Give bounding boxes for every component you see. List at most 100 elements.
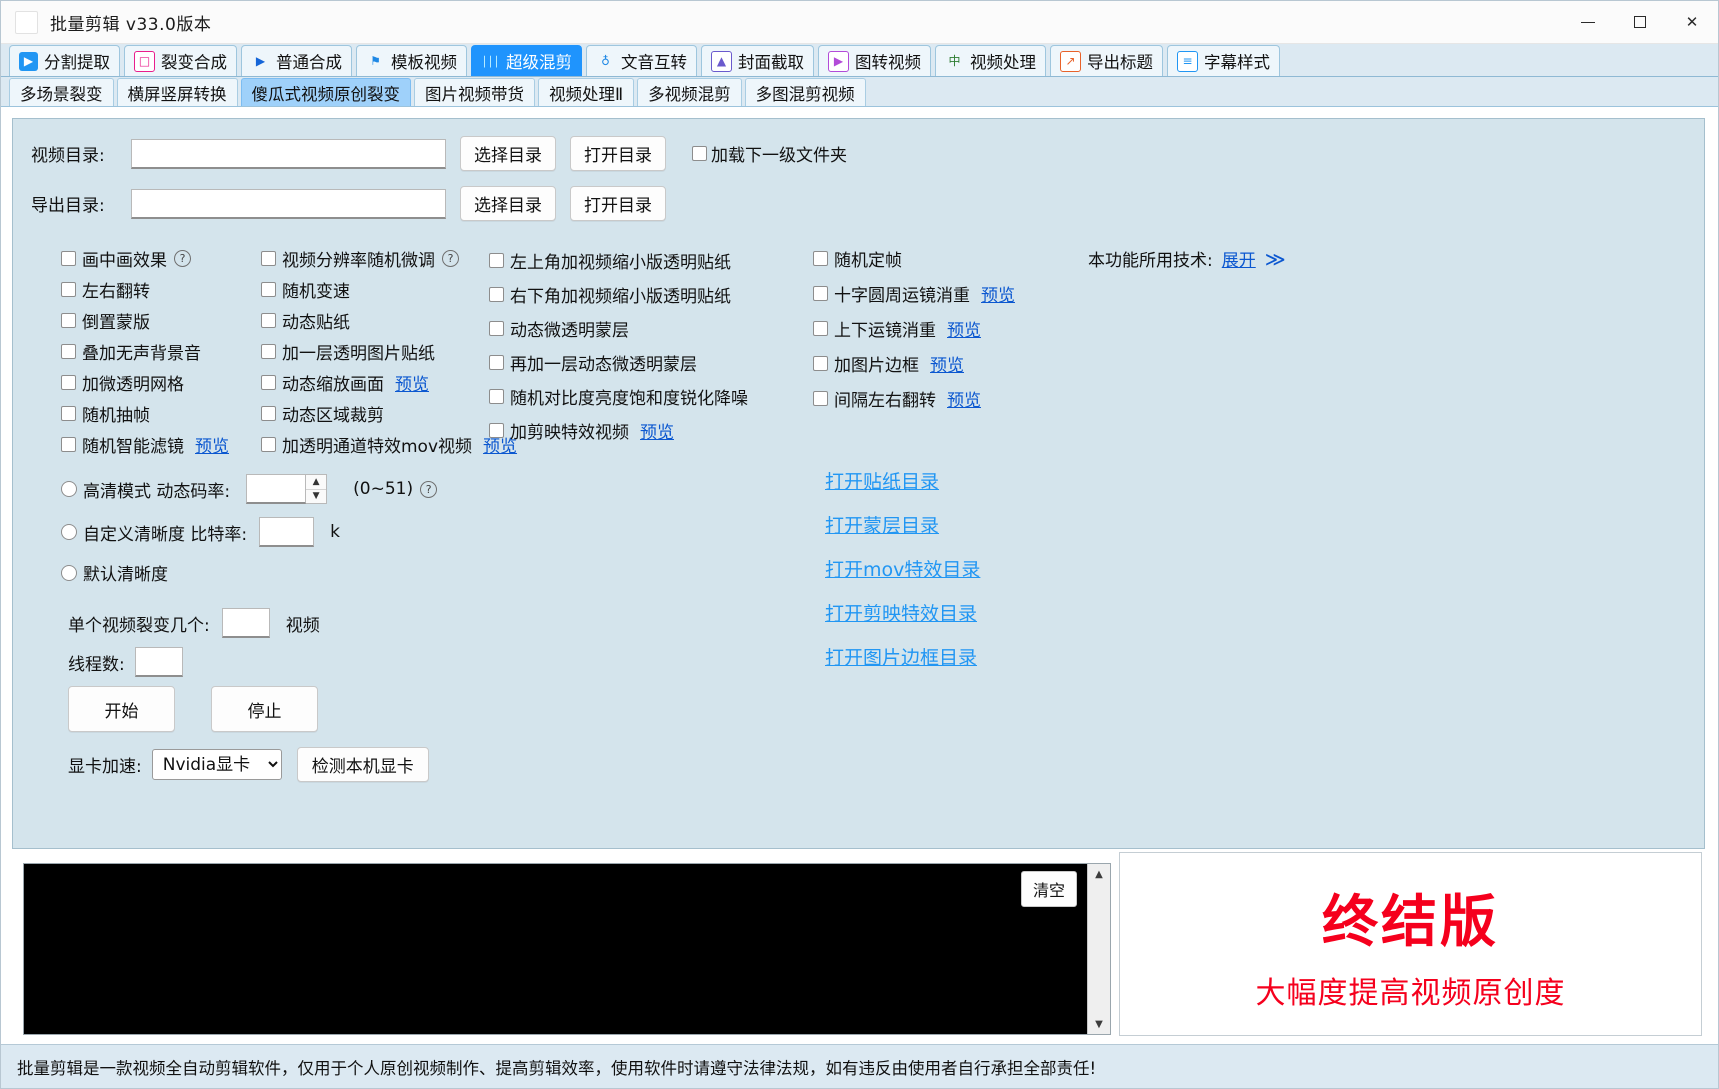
option-checkbox[interactable] [813,250,828,266]
sub-tab-7[interactable]: 多图混剪视频 [744,78,866,106]
option-checkbox-row[interactable]: 加透明通道特效mov视频 预览 [261,431,517,457]
maximize-button[interactable] [1614,1,1666,43]
threads-input[interactable] [134,647,183,677]
option-checkbox-row[interactable]: 动态区域裁剪 [261,400,491,426]
option-checkbox[interactable] [261,343,276,359]
option-checkbox-row[interactable]: 动态贴纸 [261,307,491,333]
option-checkbox[interactable] [61,343,76,359]
custom-quality-radio[interactable] [61,524,77,540]
option-checkbox[interactable] [489,422,504,438]
spinner-down-icon[interactable]: ▼ [306,490,326,504]
option-checkbox-row[interactable]: 加图片边框 预览 [813,350,1043,376]
option-checkbox-row[interactable]: 加一层透明图片贴纸 [261,338,491,364]
main-tab-1[interactable]: ▶ 分割提取 [9,45,120,76]
sub-tab-6[interactable]: 多视频混剪 [637,78,742,106]
option-checkbox[interactable] [489,388,504,404]
hd-bitrate-spinner[interactable]: ▲ ▼ [246,474,328,504]
load-subfolder-checkbox[interactable]: 加载下一级文件夹 [692,141,847,166]
option-checkbox-row[interactable]: 十字圆周运镜消重 预览 [813,280,1043,306]
split-count-input[interactable] [221,608,270,638]
option-checkbox[interactable] [813,320,828,336]
load-subfolder-box[interactable] [692,146,707,161]
option-checkbox[interactable] [489,252,504,268]
preview-link[interactable]: 预览 [947,386,981,411]
option-checkbox[interactable] [61,250,76,266]
tech-note-expand-link[interactable]: 展开 [1222,246,1256,271]
close-button[interactable]: ✕ [1666,1,1718,43]
option-checkbox-row[interactable]: 间隔左右翻转 预览 [813,385,1043,411]
detect-gpu-button[interactable]: 检测本机显卡 [296,747,429,782]
main-tab-2[interactable]: □ 裂变合成 [124,45,237,76]
preview-link[interactable]: 预览 [981,281,1015,306]
video-select-dir-button[interactable]: 选择目录 [460,136,556,171]
help-icon[interactable]: ? [174,249,191,267]
hd-mode-radio[interactable] [61,481,77,497]
option-checkbox[interactable] [489,320,504,336]
option-checkbox[interactable] [61,281,76,297]
option-checkbox[interactable] [813,355,828,371]
option-checkbox-row[interactable]: 随机抽帧 [61,400,246,426]
preview-link[interactable]: 预览 [195,432,229,457]
option-checkbox-row[interactable]: 叠加无声背景音 [61,338,246,364]
scroll-down-icon[interactable]: ▼ [1088,1014,1110,1034]
export-directory-input[interactable] [131,188,446,219]
option-checkbox[interactable] [489,354,504,370]
option-checkbox-row[interactable]: 加剪映特效视频 预览 [489,417,759,443]
video-open-dir-button[interactable]: 打开目录 [570,136,666,171]
option-checkbox-row[interactable]: 随机变速 [261,276,491,302]
main-tab-9[interactable]: 中视频处理 [935,45,1046,76]
default-quality-radio[interactable] [61,564,77,581]
option-checkbox-row[interactable]: 上下运镜消重 预览 [813,315,1043,341]
option-checkbox[interactable] [261,281,276,297]
open-directory-link-3[interactable]: 打开mov特效目录 [825,555,980,582]
option-checkbox[interactable] [489,286,504,302]
sub-tab-1[interactable]: 多场景裂变 [9,78,114,106]
spinner-up-icon[interactable]: ▲ [306,475,327,490]
option-checkbox-row[interactable]: 随机定帧 [813,245,1043,271]
main-tab-10[interactable]: ↗ 导出标题 [1050,45,1163,76]
video-directory-input[interactable] [131,138,446,169]
option-checkbox-row[interactable]: 画中画效果? [61,245,246,271]
option-checkbox-row[interactable]: 左右翻转 [61,276,246,302]
main-tab-11[interactable]: ≡ 字幕样式 [1167,45,1280,76]
option-checkbox[interactable] [261,250,276,266]
main-tab-6[interactable]: ♁ 文音互转 [586,45,697,76]
custom-bitrate-input[interactable] [259,517,315,547]
option-checkbox-row[interactable]: 再加一层动态微透明蒙层 [489,349,759,375]
start-button[interactable]: 开始 [68,686,175,732]
preview-link[interactable]: 预览 [930,351,964,376]
hd-bitrate-input[interactable] [246,474,307,504]
open-directory-link-1[interactable]: 打开贴纸目录 [825,467,980,494]
option-checkbox-row[interactable]: 倒置蒙版 [61,307,246,333]
main-tab-5[interactable]: ∣∣∣ 超级混剪 [471,45,582,76]
sub-tab-3[interactable]: 傻瓜式视频原创裂变 [240,78,411,106]
spinner-arrows[interactable]: ▲ ▼ [306,474,328,504]
stop-button[interactable]: 停止 [211,686,318,732]
option-checkbox[interactable] [813,285,828,301]
sub-tab-4[interactable]: 图片视频带货 [414,78,535,106]
open-directory-link-4[interactable]: 打开剪映特效目录 [825,599,980,626]
option-checkbox[interactable] [61,312,76,328]
option-checkbox[interactable] [261,405,276,421]
option-checkbox[interactable] [61,405,76,421]
option-checkbox[interactable] [61,374,76,390]
option-checkbox-row[interactable]: 视频分辨率随机微调? [261,245,491,271]
export-select-dir-button[interactable]: 选择目录 [460,186,556,221]
option-checkbox-row[interactable]: 随机智能滤镜 预览 [61,431,246,457]
scroll-up-icon[interactable]: ▲ [1088,864,1110,884]
main-tab-4[interactable]: ⚑ 模板视频 [356,45,467,76]
chevron-right-icon[interactable]: ≫ [1265,247,1286,271]
option-checkbox[interactable] [61,436,76,452]
main-tab-7[interactable]: ▲ 封面截取 [701,45,814,76]
console-clear-button[interactable]: 清空 [1020,871,1077,907]
console-output[interactable] [24,864,1087,1034]
main-tab-3[interactable]: ▶ 普通合成 [241,45,352,76]
option-checkbox[interactable] [813,390,828,406]
option-checkbox-row[interactable]: 随机对比度亮度饱和度锐化降噪 [489,383,759,409]
preview-link[interactable]: 预览 [640,418,674,443]
gpu-select[interactable]: Nvidia显卡 [151,749,282,780]
option-checkbox-row[interactable]: 左上角加视频缩小版透明贴纸 [489,247,759,273]
console-scrollbar[interactable]: ▲ ▼ [1087,864,1110,1034]
preview-link[interactable]: 预览 [395,370,429,395]
hd-help-icon[interactable]: ? [420,480,438,498]
